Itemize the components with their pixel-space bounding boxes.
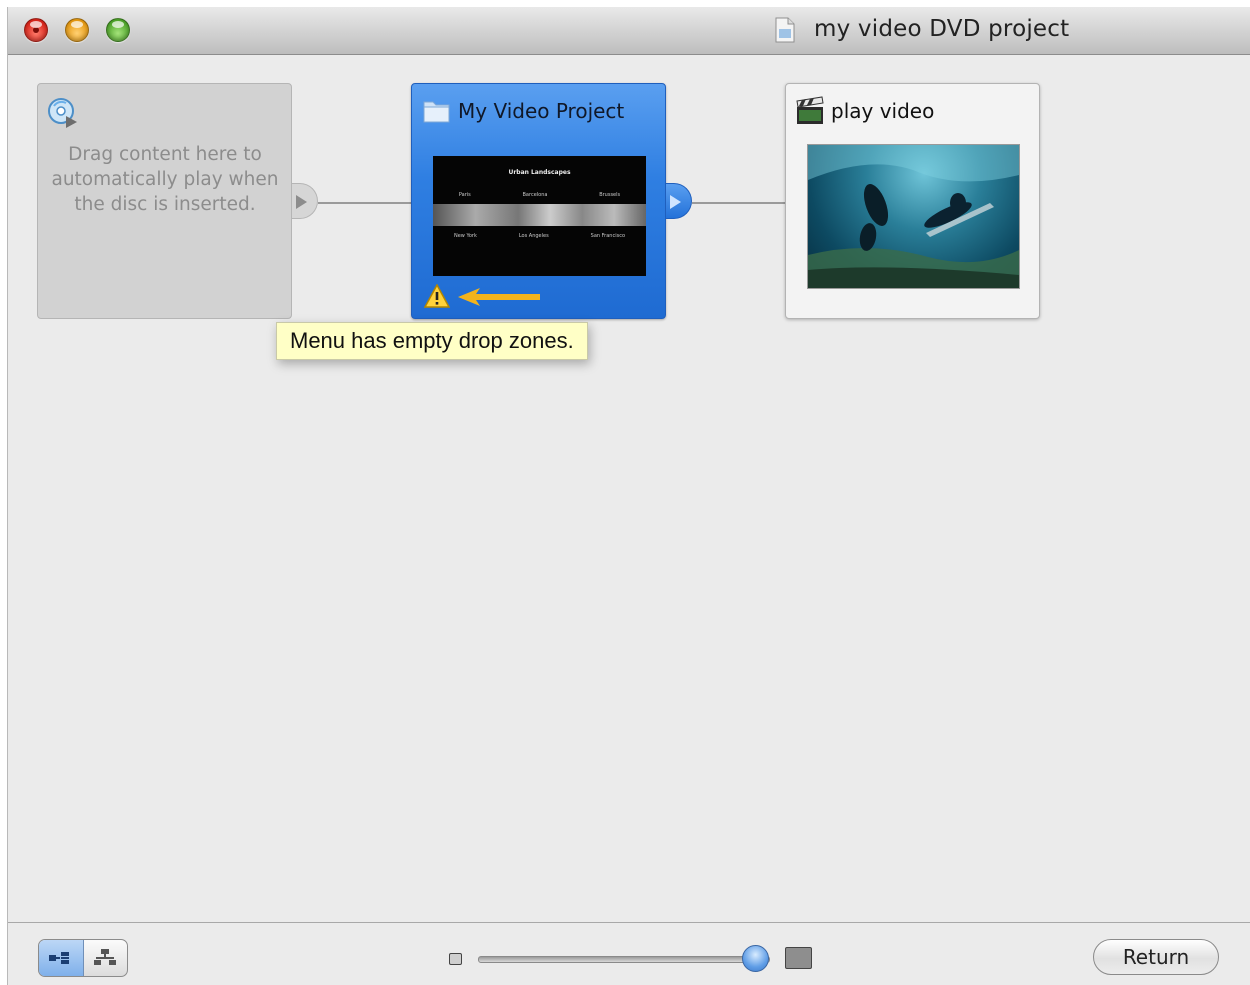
zoom-in-icon[interactable] [785,947,812,969]
video-title: play video [831,99,935,123]
flow-view-button[interactable] [39,940,84,976]
app-window: my video DVD project Drag content here t… [7,7,1250,985]
thumbnail-item: New York [453,233,477,239]
thumbnail-item: San Francisco [590,233,626,239]
thumbnail-heading: Urban Landscapes [508,169,571,176]
window-title: my video DVD project [814,16,1070,42]
zoom-slider[interactable] [478,956,770,963]
video-thumbnail-image [808,145,1019,288]
connector-line [318,202,411,204]
autoplay-connector-handle[interactable] [292,183,318,219]
warning-tooltip: Menu has empty drop zones. [276,322,588,360]
close-window-button[interactable] [24,18,48,42]
thumbnail-row: New York Los Angeles San Francisco [433,233,646,239]
autoplay-drop-zone[interactable]: Drag content here to automatically play … [37,83,292,319]
connector-arrow-icon [296,195,307,209]
title-bar[interactable]: my video DVD project [8,7,1250,55]
tree-view-icon [94,949,116,965]
return-button[interactable]: Return [1093,939,1219,975]
thumbnail-item: Barcelona [522,192,548,198]
bottom-divider [8,922,1250,923]
video-card[interactable]: play video [785,83,1040,319]
warning-icon[interactable] [424,284,450,308]
folder-icon [423,101,450,123]
left-arrow-icon [458,288,540,306]
video-thumbnail[interactable] [807,144,1020,289]
view-mode-toggle[interactable] [38,939,128,977]
menu-thumbnail[interactable]: Urban Landscapes Paris Barcelona Brussel… [433,156,646,276]
autoplay-hint: Drag content here to automatically play … [51,144,279,215]
menu-connector-handle[interactable] [666,183,692,219]
disc-autoplay-icon [48,98,77,128]
document-icon [775,17,795,43]
zoom-slider-knob[interactable] [742,945,769,972]
menu-card[interactable]: My Video Project Urban Landscapes Paris … [411,83,666,319]
thumbnail-image-strip [433,204,646,226]
thumbnail-item: Brussels [599,192,621,198]
zoom-out-icon[interactable] [449,953,462,965]
thumbnail-row: Paris Barcelona Brussels [433,192,646,198]
tree-view-button[interactable] [84,940,127,976]
menu-title: My Video Project [458,99,625,123]
clapperboard-icon [796,96,824,124]
connector-line [692,202,785,204]
thumbnail-item: Paris [458,192,471,198]
minimize-window-button[interactable] [65,18,89,42]
zoom-window-button[interactable] [106,18,130,42]
connector-arrow-icon [670,195,681,209]
thumbnail-item: Los Angeles [518,233,549,239]
flow-view-icon [49,952,69,964]
